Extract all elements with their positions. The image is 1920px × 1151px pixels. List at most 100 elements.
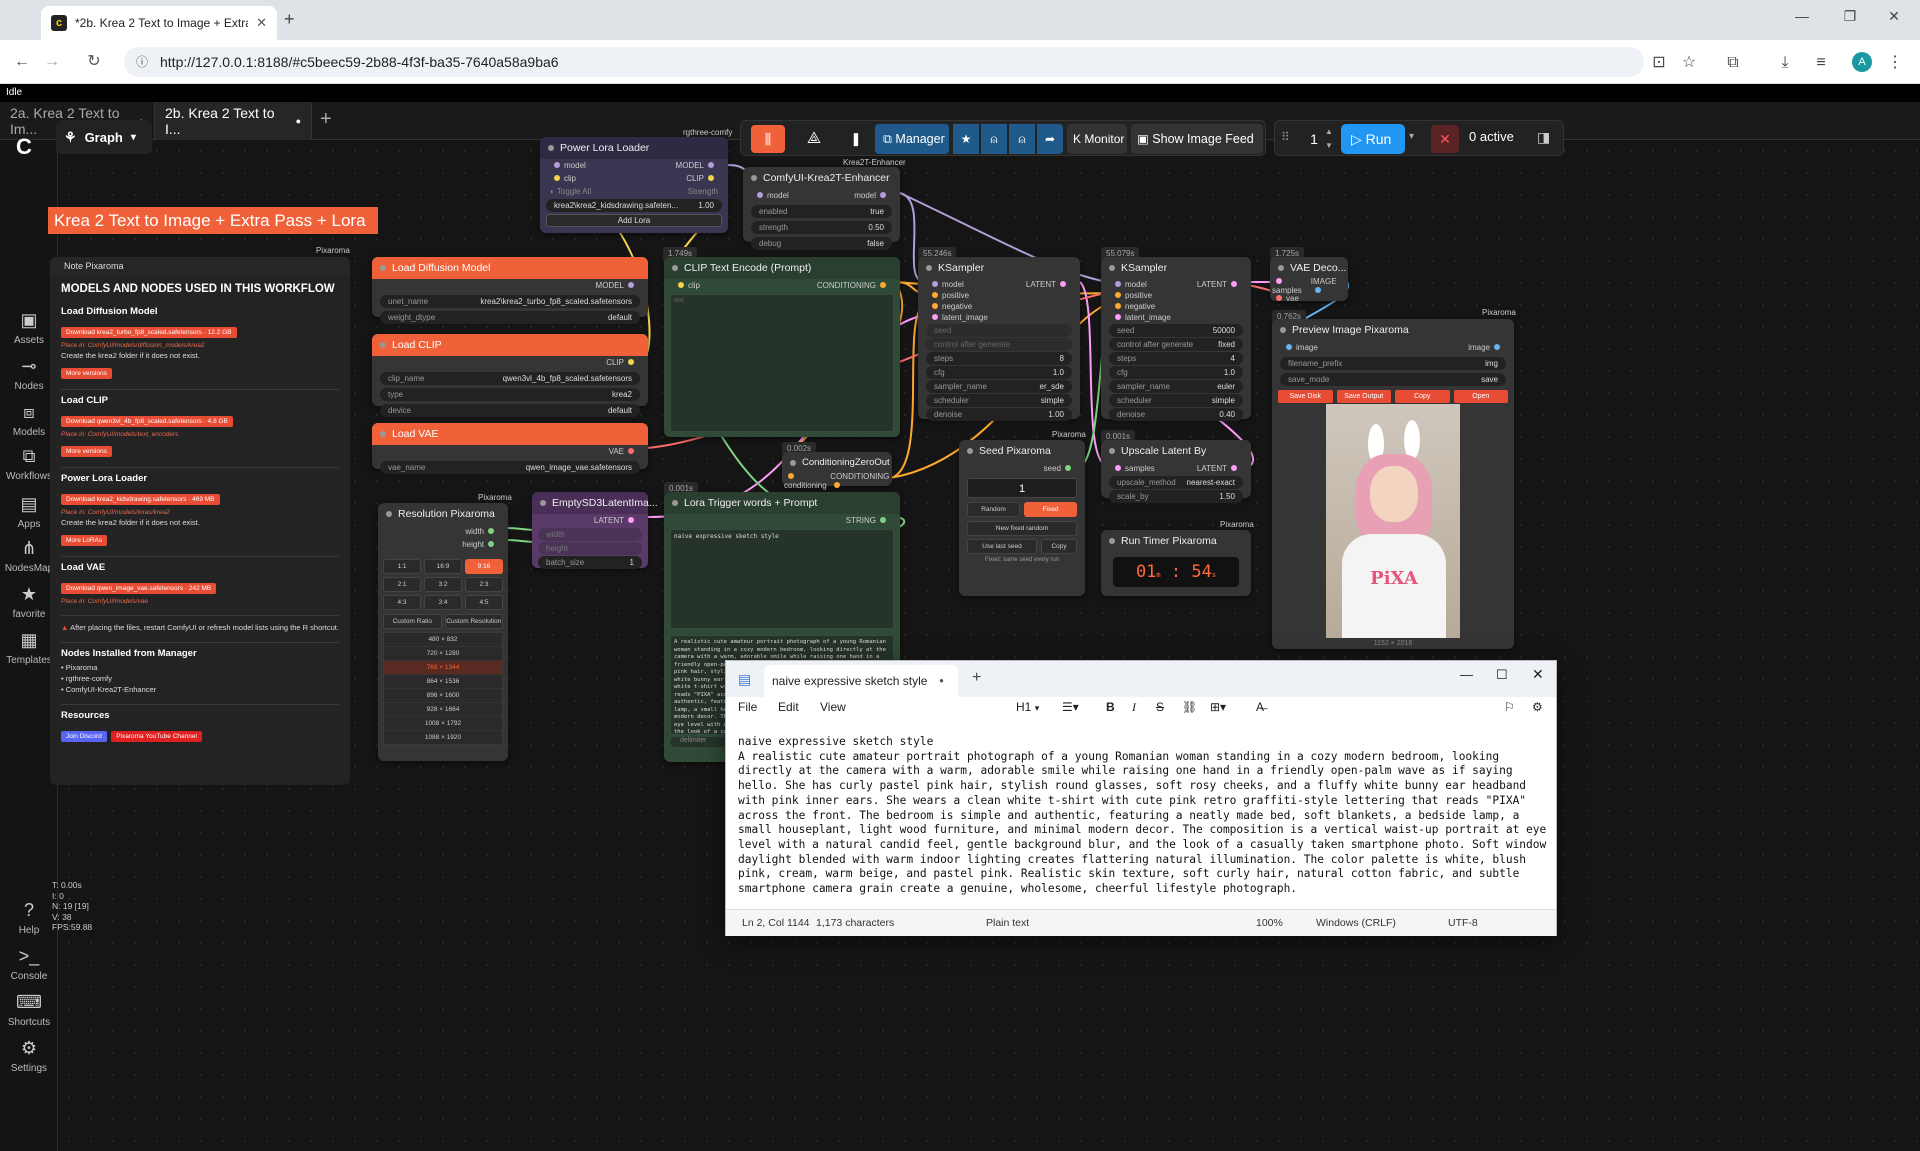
profile-avatar[interactable]: A: [1852, 52, 1872, 72]
download-lora-button[interactable]: Download krea2_kidsdrawing.safetensors ·…: [61, 494, 220, 505]
discord-button[interactable]: Join Discord: [61, 731, 107, 742]
control-after-generate-select[interactable]: control after generate fixed: [1109, 338, 1243, 351]
conditioning-zero-out-node[interactable]: ConditioningZeroOut conditioning CONDITIO…: [782, 452, 892, 490]
settings-gear-icon[interactable]: ⚙: [1532, 700, 1543, 714]
sidebar-item-shortcuts[interactable]: ⌨ Shortcuts: [0, 992, 58, 1028]
cfg-widget[interactable]: cfg 1.0: [926, 366, 1072, 379]
more-loras-button[interactable]: More LoRAs: [61, 535, 108, 546]
load-diffusion-model-node[interactable]: Load Diffusion Model MODEL unet_name krea…: [372, 257, 648, 324]
ratio-16-9-button[interactable]: 16:9: [424, 559, 462, 574]
close-tab-icon[interactable]: ✕: [256, 15, 267, 31]
show-image-feed-button[interactable]: ▣ Show Image Feed: [1131, 124, 1263, 154]
cfg-widget[interactable]: cfg 1.0: [1109, 366, 1243, 379]
copy-seed-button[interactable]: Copy: [1041, 539, 1077, 554]
drag-handle-icon[interactable]: ⠿: [1281, 130, 1290, 144]
heading-select[interactable]: H1 ▾: [1016, 700, 1039, 714]
logo-icon[interactable]: ⟁: [797, 125, 831, 153]
save-disk-button[interactable]: Save Disk: [1278, 390, 1333, 403]
reading-list-icon[interactable]: ≡: [1810, 52, 1832, 74]
cancel-run-button[interactable]: ✕: [1431, 125, 1459, 153]
scale-by-widget[interactable]: scale_by 1.50: [1109, 490, 1243, 503]
notepad-tab[interactable]: naive expressive sketch style ●: [764, 665, 958, 697]
model-icon-a[interactable]: ⍝: [981, 124, 1007, 154]
browser-menu-icon[interactable]: ⋮: [1884, 52, 1906, 74]
denoise-widget[interactable]: denoise 0.40: [1109, 408, 1243, 421]
lora-row[interactable]: krea2\krea2_kidsdrawing.safeten... 1.00: [546, 199, 722, 212]
ratio-4-5-button[interactable]: 4:5: [465, 595, 503, 610]
workflow-tab-2b[interactable]: 2b. Krea 2 Text to I... ●: [155, 102, 312, 140]
size-option[interactable]: 928 × 1664: [384, 703, 502, 717]
filename-prefix-input[interactable]: filename_prefix img: [1280, 357, 1506, 370]
upscale-latent-node[interactable]: Upscale Latent By samples LATENT upscale_…: [1101, 440, 1251, 503]
downloads-icon[interactable]: ⤓: [1774, 52, 1796, 74]
prompt-textarea[interactable]: text: [670, 294, 894, 432]
menu-file[interactable]: File: [738, 700, 757, 714]
list-icon[interactable]: ☰▾: [1062, 700, 1079, 714]
new-workflow-button[interactable]: +: [320, 108, 332, 131]
note-pixaroma-node[interactable]: Note Pixaroma MODELS AND NODES USED IN T…: [50, 257, 350, 785]
seed-value-input[interactable]: 1: [967, 478, 1077, 498]
ratio-3-4-button[interactable]: 3:4: [424, 595, 462, 610]
italic-icon[interactable]: I: [1132, 700, 1136, 715]
strikethrough-icon[interactable]: S: [1156, 700, 1164, 714]
extensions-icon[interactable]: ⧉: [1722, 52, 1744, 74]
load-vae-node[interactable]: Load VAE VAE vae_name qwen_image_vae.safe…: [372, 423, 648, 474]
notepad-text-area[interactable]: naive expressive sketch style A realisti…: [738, 735, 1558, 897]
notepad-window[interactable]: ▤ naive expressive sketch style ● + — ☐ …: [725, 660, 1557, 936]
krea2t-enhancer-node[interactable]: ComfyUI-Krea2T-Enhancer model model enabl…: [743, 167, 900, 250]
clear-format-icon[interactable]: A̶: [1256, 700, 1264, 714]
restore-window-button[interactable]: ❐: [1834, 8, 1866, 30]
use-last-seed-button[interactable]: Use last seed: [967, 539, 1037, 554]
ratio-1-1-button[interactable]: 1:1: [383, 559, 421, 574]
ksampler-node-2[interactable]: KSampler model LATENT positive negative l…: [1101, 257, 1251, 421]
size-option[interactable]: 864 × 1536: [384, 675, 502, 689]
youtube-button[interactable]: Pixaroma YouTube Channel: [111, 731, 202, 742]
weight-dtype-select[interactable]: weight_dtype default: [380, 311, 640, 324]
save-mode-select[interactable]: save_mode save: [1280, 373, 1506, 386]
open-button[interactable]: Open: [1453, 390, 1508, 403]
bookmark-icon[interactable]: ❚: [841, 125, 871, 153]
new-tab-button[interactable]: +: [284, 9, 295, 30]
batch-size-widget[interactable]: batch_size 1: [538, 556, 642, 569]
ratio-2-3-button[interactable]: 2:3: [465, 577, 503, 592]
preview-image-node[interactable]: Preview Image Pixaroma image image filena…: [1272, 319, 1514, 649]
download-diffusion-button[interactable]: Download krea2_turbo_fp8_scaled.safetens…: [61, 327, 237, 338]
size-option[interactable]: 720 × 1280: [384, 647, 502, 661]
back-icon[interactable]: ←: [10, 50, 34, 74]
table-icon[interactable]: ⊞▾: [1210, 700, 1226, 714]
run-options-chevron-icon[interactable]: ▾: [1409, 131, 1414, 142]
save-output-button[interactable]: Save Output: [1336, 390, 1391, 403]
sampler-name-select[interactable]: sampler_name euler: [1109, 380, 1243, 393]
vae-decode-node[interactable]: VAE Deco... samples IMAGE vae: [1270, 257, 1348, 303]
queue-stepper-icon[interactable]: ▲ ▼: [1325, 125, 1333, 153]
ratio-3-2-button[interactable]: 3:2: [424, 577, 462, 592]
toggle-all-toggle[interactable]: ◐ Toggle All: [550, 187, 591, 196]
forward-icon[interactable]: →: [40, 50, 64, 74]
ksampler-node-1[interactable]: KSampler model LATENT positive negative l…: [918, 257, 1080, 421]
ratio-2-1-button[interactable]: 2:1: [383, 577, 421, 592]
maximize-button[interactable]: ☐: [1496, 667, 1508, 683]
sidebar-item-help[interactable]: ? Help: [0, 900, 58, 936]
bookmark-star-icon[interactable]: ☆: [1678, 52, 1700, 74]
more-versions-button[interactable]: More versions: [61, 368, 112, 379]
new-tab-button[interactable]: +: [972, 669, 981, 687]
install-app-icon[interactable]: ⊡: [1648, 52, 1670, 74]
copy-button[interactable]: Copy: [1395, 390, 1450, 403]
download-clip-button[interactable]: Download qwen3vl_4b_fp8_scaled.safetenso…: [61, 416, 233, 427]
steps-widget[interactable]: steps 4: [1109, 352, 1243, 365]
run-timer-node[interactable]: Run Timer Pixaroma 01m : 54s: [1101, 530, 1251, 596]
model-icon-b[interactable]: ⍝: [1009, 124, 1035, 154]
scheduler-select[interactable]: scheduler simple: [1109, 394, 1243, 407]
menu-edit[interactable]: Edit: [778, 700, 799, 714]
size-option-selected[interactable]: 768 × 1344: [384, 661, 502, 675]
steps-widget[interactable]: steps 8: [926, 352, 1072, 365]
enabled-toggle[interactable]: enabled true: [751, 205, 892, 218]
size-option[interactable]: 896 × 1600: [384, 689, 502, 703]
menu-view[interactable]: View: [820, 700, 846, 714]
new-fixed-random-button[interactable]: New fixed random: [967, 521, 1077, 536]
debug-toggle[interactable]: debug false: [751, 237, 892, 250]
monitor-button[interactable]: K Monitor: [1067, 124, 1127, 154]
close-window-button[interactable]: ✕: [1878, 8, 1910, 30]
minimize-window-button[interactable]: —: [1786, 8, 1818, 30]
more-versions-button[interactable]: More versions: [61, 446, 112, 457]
